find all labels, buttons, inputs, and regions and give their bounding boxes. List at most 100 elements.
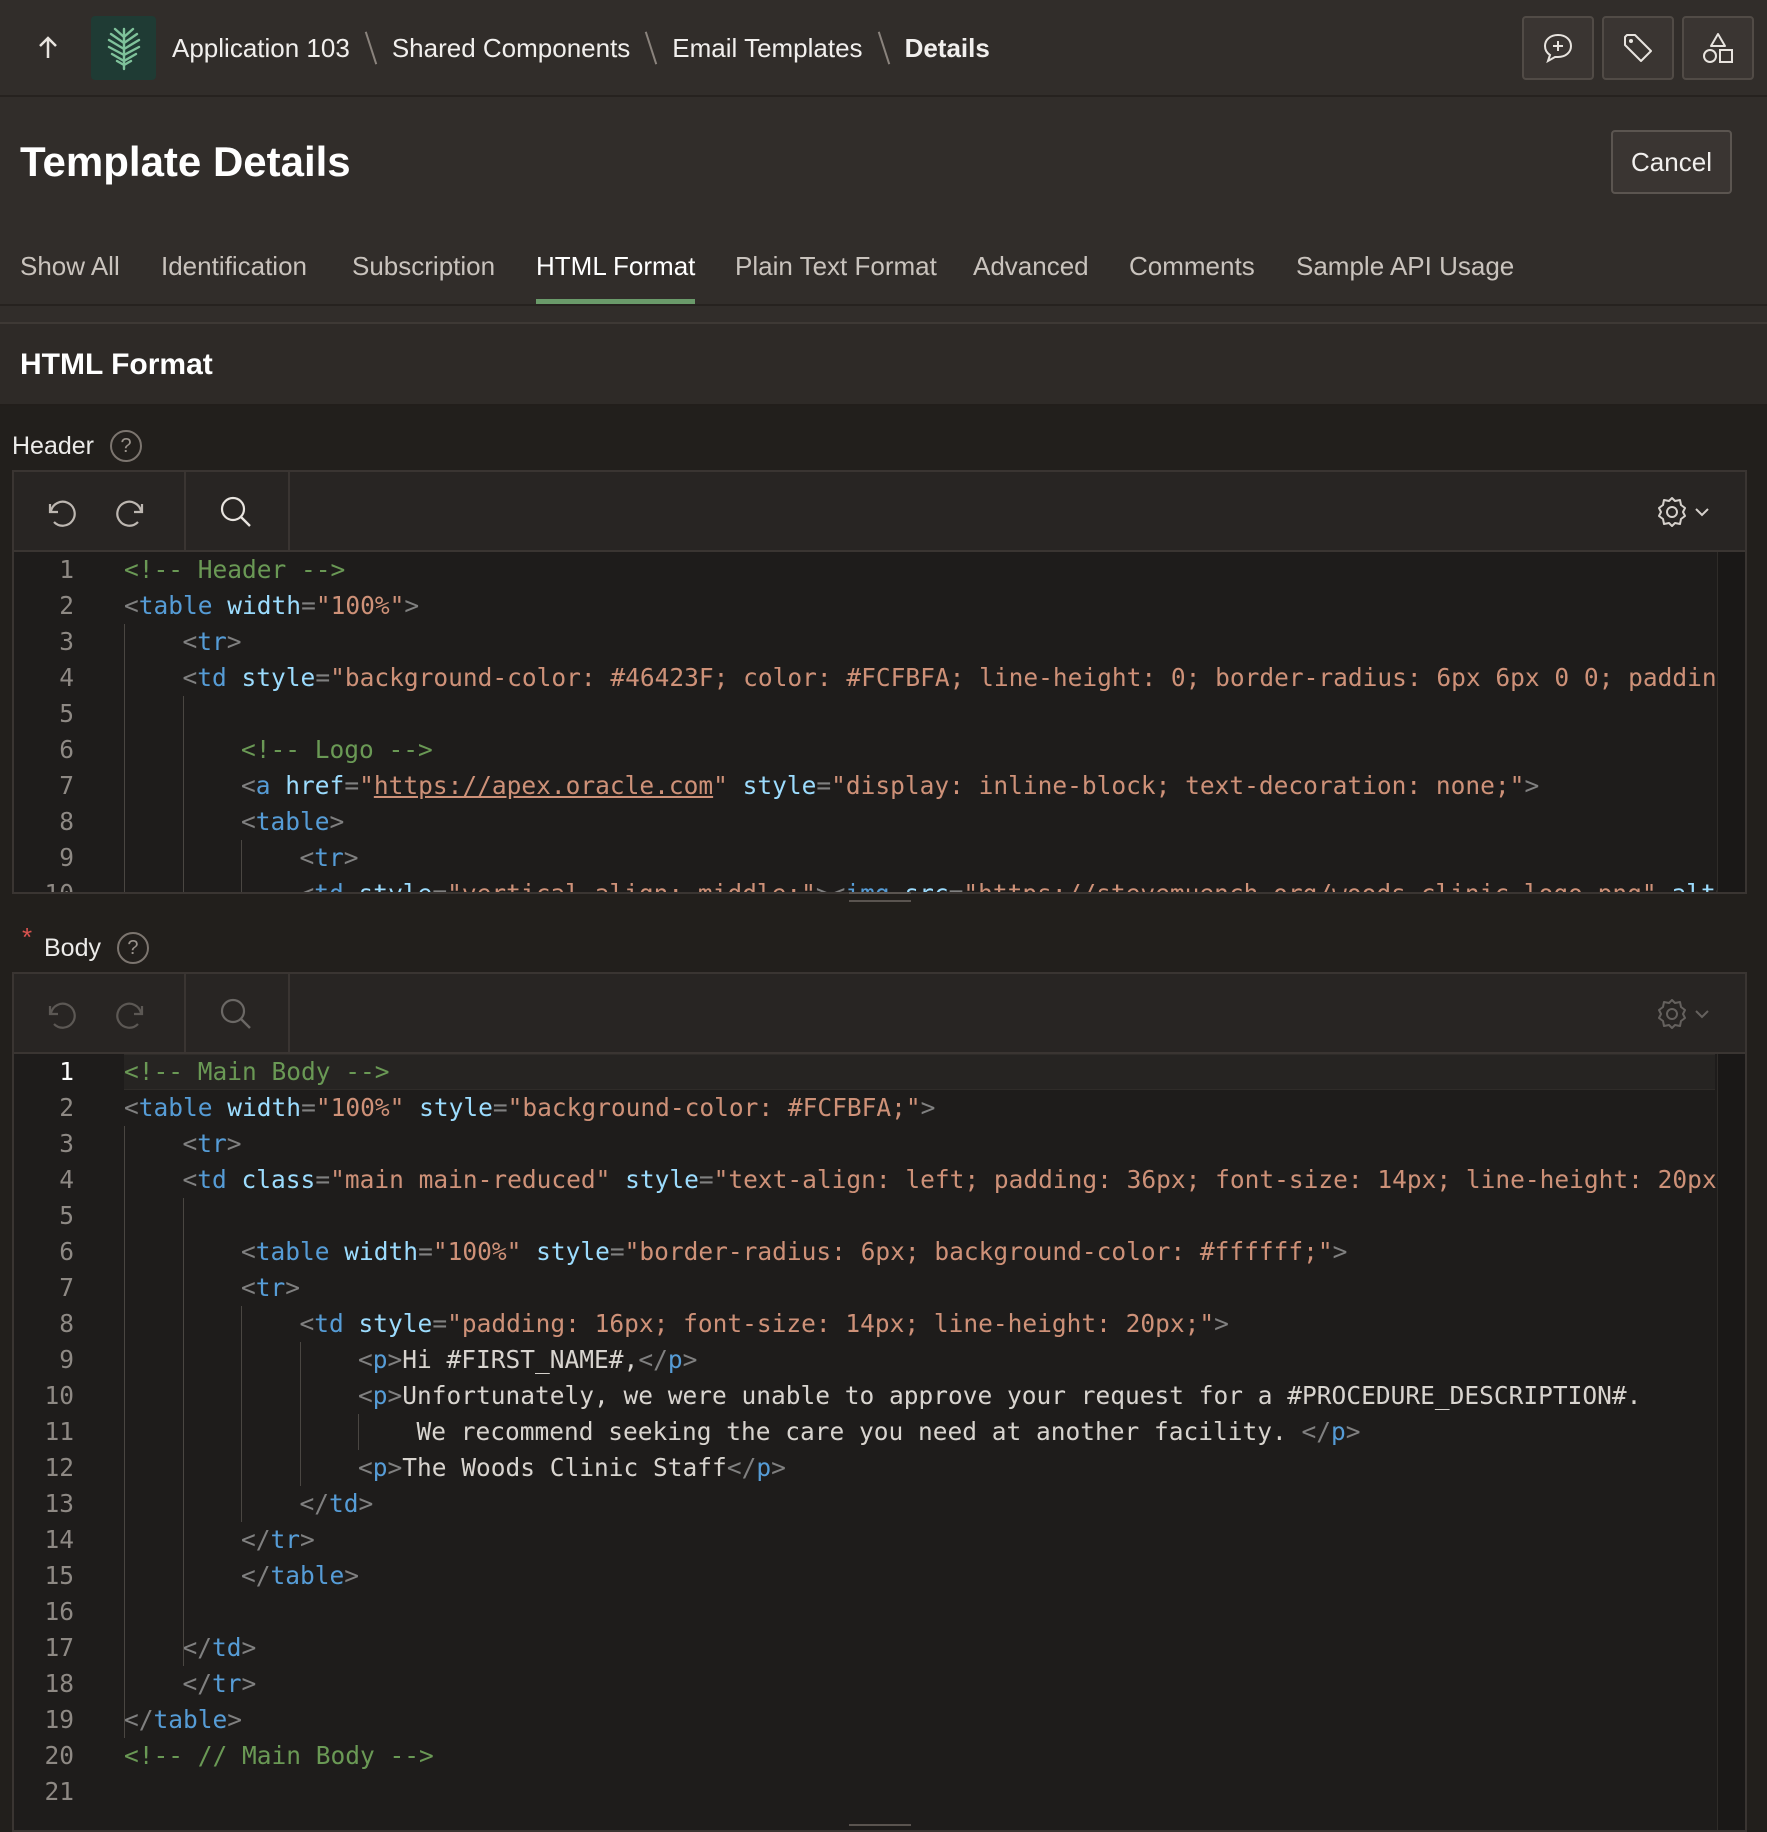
code-line[interactable]: 5	[14, 696, 1745, 732]
tab-sample-api-usage[interactable]: Sample API Usage	[1296, 240, 1514, 306]
breadcrumb: Application 103 Shared Components Email …	[172, 28, 990, 68]
indent-guide	[358, 1414, 359, 1450]
tab-identification[interactable]: Identification	[161, 240, 307, 306]
body-code-area[interactable]: 1 <!-- Main Body --> 2 <table width="100%" …	[14, 1054, 1745, 1830]
indent-guide	[183, 696, 184, 892]
line-number: 10	[44, 1381, 74, 1410]
body-field-label: Body ?	[44, 932, 149, 964]
code-line[interactable]: 3 <tr>	[14, 1126, 1745, 1162]
code-line[interactable]: 1 <!-- Main Body -->	[14, 1054, 1745, 1090]
breadcrumb-current: Details	[904, 32, 990, 63]
undo-icon[interactable]	[40, 492, 80, 532]
redo-icon[interactable]	[112, 492, 152, 532]
code-line[interactable]: 13 </td>	[14, 1486, 1745, 1522]
code-text: <table width="100%" style="border-radius…	[241, 1237, 1348, 1266]
code-text: <!-- Header -->	[124, 555, 346, 584]
code-line[interactable]: 19 </table>	[14, 1702, 1745, 1738]
code-text: <table>	[241, 807, 345, 836]
tag-button[interactable]	[1602, 16, 1674, 80]
tab-html-format[interactable]: HTML Format	[536, 240, 696, 306]
code-text: <tr>	[241, 1273, 301, 1302]
code-line[interactable]: 7 <a href="https://apex.oracle.com" style…	[14, 768, 1745, 804]
line-number: 7	[59, 1273, 74, 1302]
code-line[interactable]: 2 <table width="100%">	[14, 588, 1745, 624]
cancel-button[interactable]: Cancel	[1611, 130, 1732, 194]
line-number: 20	[44, 1741, 74, 1770]
resize-handle[interactable]	[849, 1824, 911, 1832]
code-line[interactable]: 6 <table width="100%" style="border-radiu…	[14, 1234, 1745, 1270]
code-line[interactable]: 3 <tr>	[14, 624, 1745, 660]
tab-subscription[interactable]: Subscription	[352, 240, 495, 306]
code-line[interactable]: 4 <td style="background-color: #46423F; c…	[14, 660, 1745, 696]
gear-icon[interactable]	[1654, 994, 1718, 1034]
line-number: 3	[59, 627, 74, 656]
header-code-editor[interactable]: 1 <!-- Header --> 2 <table width="100%"> 3 <t…	[12, 470, 1747, 894]
code-line[interactable]: 7 <tr>	[14, 1270, 1745, 1306]
undo-icon[interactable]	[40, 994, 80, 1034]
line-number: 10	[44, 879, 74, 894]
resize-handle[interactable]	[849, 892, 911, 902]
line-number: 12	[44, 1453, 74, 1482]
code-line[interactable]: 18 </tr>	[14, 1666, 1745, 1702]
editor-scrollbar[interactable]	[1717, 1054, 1745, 1830]
code-line[interactable]: 11 We recommend seeking the care you need…	[14, 1414, 1745, 1450]
line-number: 6	[59, 735, 74, 764]
code-line[interactable]: 12 <p>The Woods Clinic Staff</p>	[14, 1450, 1745, 1486]
code-text: </table>	[241, 1561, 360, 1590]
search-icon[interactable]	[216, 492, 256, 532]
tab-plain-text-format[interactable]: Plain Text Format	[735, 240, 937, 306]
help-icon[interactable]: ?	[116, 932, 149, 964]
breadcrumb-application[interactable]: Application 103	[172, 33, 350, 64]
redo-icon[interactable]	[112, 994, 152, 1034]
code-line[interactable]: 17 </td>	[14, 1630, 1745, 1666]
code-line[interactable]: 14 </tr>	[14, 1522, 1745, 1558]
code-line[interactable]: 15 </table>	[14, 1558, 1745, 1594]
line-number: 11	[44, 1417, 74, 1446]
header-label-text: Header	[12, 431, 94, 460]
header-code-area[interactable]: 1 <!-- Header --> 2 <table width="100%"> 3 <t…	[14, 552, 1745, 892]
code-text: <td style="padding: 16px; font-size: 14p…	[299, 1309, 1229, 1338]
code-line[interactable]: 1 <!-- Header -->	[14, 552, 1745, 588]
code-text: </td>	[299, 1489, 374, 1518]
code-line[interactable]: 21	[14, 1774, 1745, 1810]
search-icon[interactable]	[216, 994, 256, 1034]
code-text: <a href="https://apex.oracle.com" style=…	[241, 771, 1540, 800]
section-header: HTML Format	[0, 322, 1767, 406]
code-line[interactable]: 4 <td class="main main-reduced" style="te…	[14, 1162, 1745, 1198]
body-code-editor[interactable]: 1 <!-- Main Body --> 2 <table width="100%" …	[12, 972, 1747, 1832]
line-number: 2	[59, 591, 74, 620]
feedback-button[interactable]	[1522, 16, 1594, 80]
line-number: 6	[59, 1237, 74, 1266]
code-text: <tr>	[299, 843, 359, 872]
line-number: 9	[59, 843, 74, 872]
code-text: </table>	[124, 1705, 243, 1734]
code-line[interactable]: 9 <p>Hi #FIRST_NAME#,</p>	[14, 1342, 1745, 1378]
indent-guide	[124, 1126, 125, 1738]
indent-guide	[124, 624, 125, 892]
arrow-up-icon[interactable]	[34, 30, 62, 66]
tab-advanced[interactable]: Advanced	[973, 240, 1089, 306]
help-icon[interactable]: ?	[110, 430, 142, 462]
gear-icon[interactable]	[1654, 492, 1718, 532]
code-line[interactable]: 8 <table>	[14, 804, 1745, 840]
code-line[interactable]: 10 <p>Unfortunately, we were unable to ap…	[14, 1378, 1745, 1414]
app-logo-icon[interactable]	[91, 16, 156, 80]
editor-scrollbar[interactable]	[1717, 552, 1745, 892]
shared-components-button[interactable]	[1682, 16, 1754, 80]
code-line[interactable]: 20 <!-- // Main Body -->	[14, 1738, 1745, 1774]
code-text: </tr>	[241, 1525, 315, 1554]
tab-comments[interactable]: Comments	[1129, 240, 1255, 306]
code-line[interactable]: 6 <!-- Logo -->	[14, 732, 1745, 768]
shapes-icon	[1703, 33, 1733, 63]
code-line[interactable]: 9 <tr>	[14, 840, 1745, 876]
code-line[interactable]: 5	[14, 1198, 1745, 1234]
code-text: </td>	[182, 1633, 257, 1662]
breadcrumb-shared-components[interactable]: Shared Components	[392, 33, 630, 64]
line-number: 1	[59, 1057, 74, 1086]
breadcrumb-email-templates[interactable]: Email Templates	[672, 33, 862, 64]
tab-show-all[interactable]: Show All	[20, 240, 120, 306]
indent-guide	[300, 1342, 301, 1486]
code-line[interactable]: 8 <td style="padding: 16px; font-size: 14…	[14, 1306, 1745, 1342]
code-line[interactable]: 16	[14, 1594, 1745, 1630]
code-line[interactable]: 2 <table width="100%" style="background-c…	[14, 1090, 1745, 1126]
